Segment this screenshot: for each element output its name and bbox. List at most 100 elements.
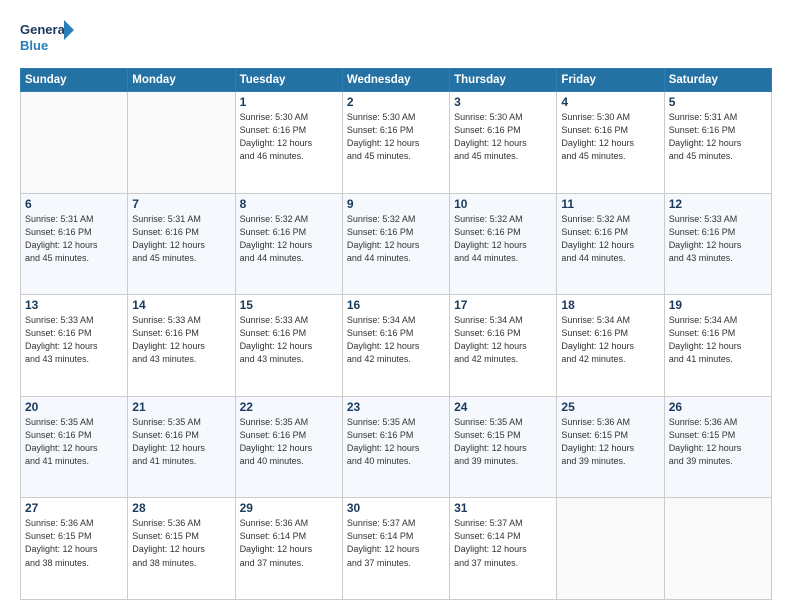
day-info: Sunrise: 5:30 AM Sunset: 6:16 PM Dayligh… xyxy=(454,111,552,163)
weekday-header-row: SundayMondayTuesdayWednesdayThursdayFrid… xyxy=(21,69,772,92)
day-info: Sunrise: 5:36 AM Sunset: 6:15 PM Dayligh… xyxy=(25,517,123,569)
calendar-cell: 23 Sunrise: 5:35 AM Sunset: 6:16 PM Dayli… xyxy=(342,396,449,498)
day-number: 11 xyxy=(561,197,659,211)
day-number: 24 xyxy=(454,400,552,414)
calendar-cell: 8 Sunrise: 5:32 AM Sunset: 6:16 PM Daylig… xyxy=(235,193,342,295)
calendar-cell: 1 Sunrise: 5:30 AM Sunset: 6:16 PM Daylig… xyxy=(235,92,342,194)
day-number: 29 xyxy=(240,501,338,515)
weekday-header-wednesday: Wednesday xyxy=(342,69,449,92)
calendar-cell: 2Sunrise: 5:30 AM Sunset: 6:16 PM Daylig… xyxy=(342,92,449,194)
calendar-week-row: 1 Sunrise: 5:30 AM Sunset: 6:16 PM Daylig… xyxy=(21,92,772,194)
calendar-cell: 29 Sunrise: 5:36 AM Sunset: 6:14 PM Dayli… xyxy=(235,498,342,600)
day-info: Sunrise: 5:32 AM Sunset: 6:16 PM Dayligh… xyxy=(561,213,659,265)
logo-svg: General Blue xyxy=(20,18,75,58)
calendar-cell: 13Sunrise: 5:33 AM Sunset: 6:16 PM Dayli… xyxy=(21,295,128,397)
svg-text:Blue: Blue xyxy=(20,38,48,53)
calendar-cell: 30 Sunrise: 5:37 AM Sunset: 6:14 PM Dayli… xyxy=(342,498,449,600)
day-info: Sunrise: 5:35 AM Sunset: 6:16 PM Dayligh… xyxy=(132,416,230,468)
day-info: Sunrise: 5:35 AM Sunset: 6:16 PM Dayligh… xyxy=(240,416,338,468)
svg-text:General: General xyxy=(20,22,68,37)
day-info: Sunrise: 5:31 AM Sunset: 6:16 PM Dayligh… xyxy=(25,213,123,265)
day-info: Sunrise: 5:31 AM Sunset: 6:16 PM Dayligh… xyxy=(669,111,767,163)
calendar-cell: 24 Sunrise: 5:35 AM Sunset: 6:15 PM Dayli… xyxy=(450,396,557,498)
day-info: Sunrise: 5:35 AM Sunset: 6:16 PM Dayligh… xyxy=(25,416,123,468)
calendar-week-row: 27 Sunrise: 5:36 AM Sunset: 6:15 PM Dayli… xyxy=(21,498,772,600)
day-info: Sunrise: 5:30 AM Sunset: 6:16 PM Dayligh… xyxy=(240,111,338,163)
weekday-header-friday: Friday xyxy=(557,69,664,92)
day-number: 16 xyxy=(347,298,445,312)
calendar-cell: 11 Sunrise: 5:32 AM Sunset: 6:16 PM Dayli… xyxy=(557,193,664,295)
calendar-cell: 7 Sunrise: 5:31 AM Sunset: 6:16 PM Daylig… xyxy=(128,193,235,295)
day-number: 1 xyxy=(240,95,338,109)
day-number: 22 xyxy=(240,400,338,414)
calendar-cell: 18 Sunrise: 5:34 AM Sunset: 6:16 PM Dayli… xyxy=(557,295,664,397)
day-info: Sunrise: 5:36 AM Sunset: 6:15 PM Dayligh… xyxy=(561,416,659,468)
day-info: Sunrise: 5:33 AM Sunset: 6:16 PM Dayligh… xyxy=(240,314,338,366)
calendar-week-row: 13Sunrise: 5:33 AM Sunset: 6:16 PM Dayli… xyxy=(21,295,772,397)
day-info: Sunrise: 5:34 AM Sunset: 6:16 PM Dayligh… xyxy=(347,314,445,366)
day-number: 8 xyxy=(240,197,338,211)
day-info: Sunrise: 5:37 AM Sunset: 6:14 PM Dayligh… xyxy=(347,517,445,569)
day-number: 27 xyxy=(25,501,123,515)
day-number: 5 xyxy=(669,95,767,109)
day-info: Sunrise: 5:32 AM Sunset: 6:16 PM Dayligh… xyxy=(240,213,338,265)
day-info: Sunrise: 5:32 AM Sunset: 6:16 PM Dayligh… xyxy=(347,213,445,265)
day-number: 9 xyxy=(347,197,445,211)
day-info: Sunrise: 5:36 AM Sunset: 6:14 PM Dayligh… xyxy=(240,517,338,569)
day-number: 7 xyxy=(132,197,230,211)
day-number: 23 xyxy=(347,400,445,414)
weekday-header-monday: Monday xyxy=(128,69,235,92)
day-number: 14 xyxy=(132,298,230,312)
calendar-cell: 6Sunrise: 5:31 AM Sunset: 6:16 PM Daylig… xyxy=(21,193,128,295)
day-info: Sunrise: 5:36 AM Sunset: 6:15 PM Dayligh… xyxy=(132,517,230,569)
day-info: Sunrise: 5:31 AM Sunset: 6:16 PM Dayligh… xyxy=(132,213,230,265)
day-info: Sunrise: 5:32 AM Sunset: 6:16 PM Dayligh… xyxy=(454,213,552,265)
calendar-cell: 3 Sunrise: 5:30 AM Sunset: 6:16 PM Daylig… xyxy=(450,92,557,194)
calendar-cell: 26Sunrise: 5:36 AM Sunset: 6:15 PM Dayli… xyxy=(664,396,771,498)
day-info: Sunrise: 5:30 AM Sunset: 6:16 PM Dayligh… xyxy=(561,111,659,163)
calendar-table: SundayMondayTuesdayWednesdayThursdayFrid… xyxy=(20,68,772,600)
weekday-header-thursday: Thursday xyxy=(450,69,557,92)
day-info: Sunrise: 5:35 AM Sunset: 6:15 PM Dayligh… xyxy=(454,416,552,468)
calendar-cell: 28 Sunrise: 5:36 AM Sunset: 6:15 PM Dayli… xyxy=(128,498,235,600)
day-info: Sunrise: 5:33 AM Sunset: 6:16 PM Dayligh… xyxy=(132,314,230,366)
day-info: Sunrise: 5:33 AM Sunset: 6:16 PM Dayligh… xyxy=(669,213,767,265)
calendar-cell: 4Sunrise: 5:30 AM Sunset: 6:16 PM Daylig… xyxy=(557,92,664,194)
calendar-cell: 15Sunrise: 5:33 AM Sunset: 6:16 PM Dayli… xyxy=(235,295,342,397)
weekday-header-saturday: Saturday xyxy=(664,69,771,92)
day-info: Sunrise: 5:34 AM Sunset: 6:16 PM Dayligh… xyxy=(561,314,659,366)
day-number: 21 xyxy=(132,400,230,414)
calendar-cell: 10 Sunrise: 5:32 AM Sunset: 6:16 PM Dayli… xyxy=(450,193,557,295)
calendar-cell: 19Sunrise: 5:34 AM Sunset: 6:16 PM Dayli… xyxy=(664,295,771,397)
day-number: 30 xyxy=(347,501,445,515)
day-info: Sunrise: 5:33 AM Sunset: 6:16 PM Dayligh… xyxy=(25,314,123,366)
day-number: 10 xyxy=(454,197,552,211)
logo: General Blue xyxy=(20,18,75,58)
day-number: 31 xyxy=(454,501,552,515)
calendar-cell xyxy=(128,92,235,194)
day-info: Sunrise: 5:34 AM Sunset: 6:16 PM Dayligh… xyxy=(669,314,767,366)
calendar-cell: 9 Sunrise: 5:32 AM Sunset: 6:16 PM Daylig… xyxy=(342,193,449,295)
day-info: Sunrise: 5:37 AM Sunset: 6:14 PM Dayligh… xyxy=(454,517,552,569)
day-number: 28 xyxy=(132,501,230,515)
calendar-cell: 21 Sunrise: 5:35 AM Sunset: 6:16 PM Dayli… xyxy=(128,396,235,498)
day-number: 20 xyxy=(25,400,123,414)
day-info: Sunrise: 5:36 AM Sunset: 6:15 PM Dayligh… xyxy=(669,416,767,468)
calendar-cell xyxy=(21,92,128,194)
calendar-cell: 17 Sunrise: 5:34 AM Sunset: 6:16 PM Dayli… xyxy=(450,295,557,397)
day-number: 18 xyxy=(561,298,659,312)
calendar-week-row: 20 Sunrise: 5:35 AM Sunset: 6:16 PM Dayli… xyxy=(21,396,772,498)
day-info: Sunrise: 5:34 AM Sunset: 6:16 PM Dayligh… xyxy=(454,314,552,366)
day-number: 25 xyxy=(561,400,659,414)
calendar-cell xyxy=(664,498,771,600)
calendar-cell: 25 Sunrise: 5:36 AM Sunset: 6:15 PM Dayli… xyxy=(557,396,664,498)
day-number: 2 xyxy=(347,95,445,109)
page: General Blue SundayMondayTuesdayWednesda… xyxy=(0,0,792,612)
calendar-cell: 14 Sunrise: 5:33 AM Sunset: 6:16 PM Dayli… xyxy=(128,295,235,397)
calendar-cell: 31 Sunrise: 5:37 AM Sunset: 6:14 PM Dayli… xyxy=(450,498,557,600)
calendar-cell xyxy=(557,498,664,600)
day-number: 17 xyxy=(454,298,552,312)
day-info: Sunrise: 5:35 AM Sunset: 6:16 PM Dayligh… xyxy=(347,416,445,468)
calendar-cell: 5 Sunrise: 5:31 AM Sunset: 6:16 PM Daylig… xyxy=(664,92,771,194)
day-number: 3 xyxy=(454,95,552,109)
